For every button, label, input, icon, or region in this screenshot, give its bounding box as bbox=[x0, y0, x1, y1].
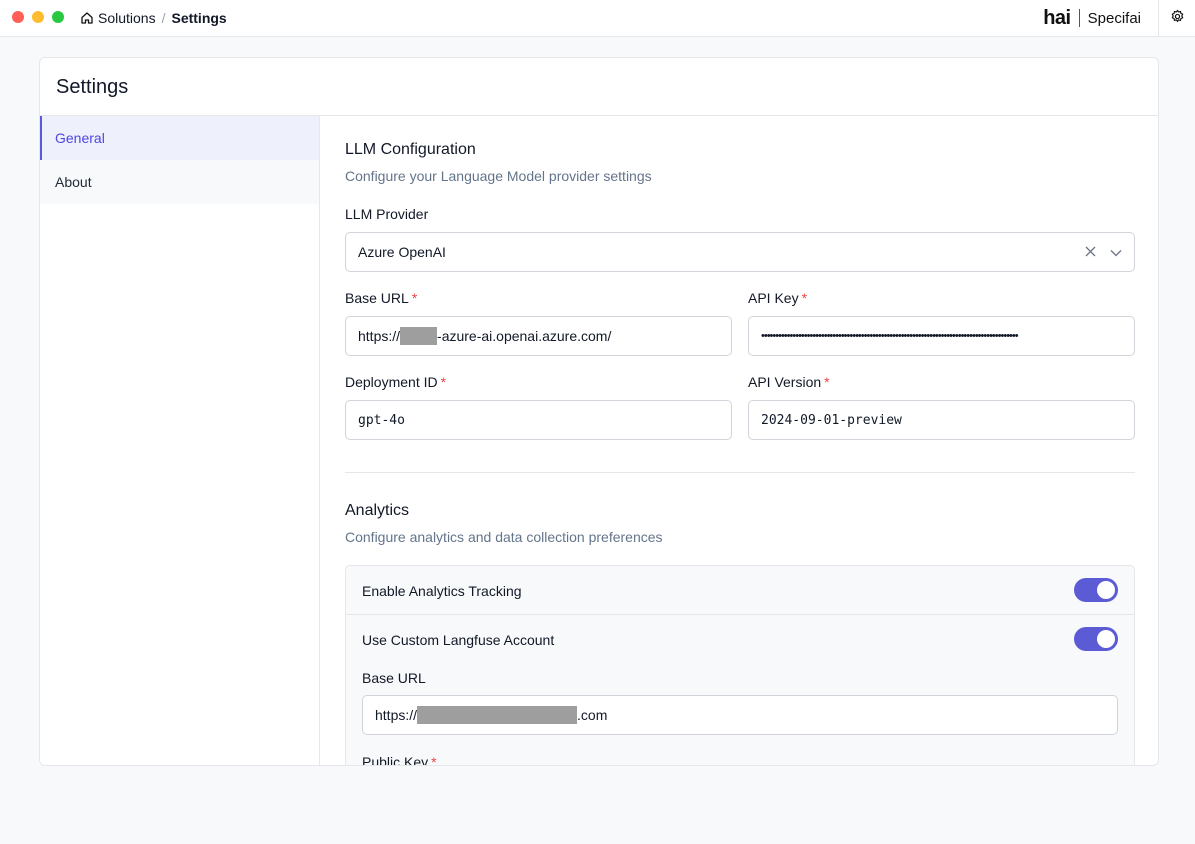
base-url-suffix: -azure-ai.openai.azure.com/ bbox=[437, 328, 612, 344]
api-version-label: API Version * bbox=[748, 374, 830, 390]
breadcrumb-solutions[interactable]: Solutions bbox=[98, 10, 156, 26]
llm-section-title: LLM Configuration bbox=[345, 141, 476, 158]
close-window-button[interactable] bbox=[12, 11, 24, 23]
section-divider bbox=[345, 472, 1135, 473]
analytics-tracking-label: Enable Analytics Tracking bbox=[362, 583, 522, 599]
analytics-tracking-toggle[interactable] bbox=[1074, 578, 1118, 602]
required-mark: * bbox=[411, 290, 418, 306]
gear-icon bbox=[1170, 9, 1185, 29]
required-mark: * bbox=[431, 754, 437, 765]
llm-section-subtitle: Configure your Language Model provider s… bbox=[345, 168, 652, 184]
base-url-label: Base URL * bbox=[345, 290, 417, 306]
custom-langfuse-toggle[interactable] bbox=[1074, 627, 1118, 651]
required-mark: * bbox=[824, 374, 830, 390]
card-header: Settings bbox=[40, 58, 1158, 116]
clear-icon[interactable] bbox=[1085, 244, 1096, 260]
toggle-knob bbox=[1097, 630, 1115, 648]
settings-content: LLM Configuration Configure your Languag… bbox=[321, 116, 1158, 765]
base-url-label-text: Base URL bbox=[345, 290, 409, 306]
public-key-label: Public Key * bbox=[362, 754, 437, 765]
product-name: Specifai bbox=[1087, 9, 1141, 27]
brand-logo: hai Specifai bbox=[1043, 7, 1141, 29]
home-icon[interactable] bbox=[80, 11, 94, 25]
minimize-window-button[interactable] bbox=[32, 11, 44, 23]
llm-provider-label: LLM Provider bbox=[345, 206, 428, 222]
base-url-prefix: https:// bbox=[358, 328, 401, 344]
breadcrumb: Solutions / Settings bbox=[80, 9, 227, 27]
brand-divider bbox=[1078, 9, 1080, 27]
api-key-label: API Key * bbox=[748, 290, 807, 306]
langfuse-base-url-label: Base URL bbox=[362, 670, 426, 686]
api-key-value: ••••••••••••••••••••••••••••••••••••••••… bbox=[761, 330, 1019, 342]
required-mark: * bbox=[801, 290, 808, 306]
analytics-panel: Enable Analytics Tracking Use Custom Lan… bbox=[345, 565, 1135, 765]
row-divider bbox=[346, 614, 1134, 615]
llm-provider-label-text: LLM Provider bbox=[345, 206, 429, 222]
llm-provider-select[interactable]: Azure OpenAI bbox=[345, 232, 1135, 272]
settings-sidebar: General About bbox=[40, 116, 320, 765]
langfuse-url-suffix: .com bbox=[577, 707, 608, 723]
toggle-knob bbox=[1097, 581, 1115, 599]
deployment-id-value: gpt-4o bbox=[358, 412, 405, 428]
llm-provider-value: Azure OpenAI bbox=[358, 244, 446, 260]
deployment-id-input[interactable]: gpt-4o bbox=[345, 400, 732, 440]
required-mark: * bbox=[440, 374, 447, 390]
redacted-text bbox=[417, 706, 578, 724]
api-key-label-text: API Key bbox=[748, 290, 799, 306]
api-key-input[interactable]: ••••••••••••••••••••••••••••••••••••••••… bbox=[748, 316, 1135, 356]
public-key-label-text: Public Key bbox=[362, 754, 429, 765]
analytics-section-title: Analytics bbox=[345, 502, 410, 519]
settings-button[interactable] bbox=[1158, 0, 1195, 37]
settings-card: Settings General About LLM Configuration… bbox=[39, 57, 1159, 766]
page-title: Settings bbox=[56, 76, 129, 98]
select-icons bbox=[1085, 244, 1122, 260]
chevron-down-icon[interactable] bbox=[1110, 244, 1122, 260]
title-bar: Solutions / Settings hai Specifai bbox=[0, 0, 1195, 37]
breadcrumb-current: Settings bbox=[171, 10, 227, 26]
deployment-id-label-text: Deployment ID bbox=[345, 374, 438, 390]
api-version-input[interactable]: 2024-09-01-preview bbox=[748, 400, 1135, 440]
hai-logo: hai bbox=[1043, 6, 1071, 29]
deployment-id-label: Deployment ID * bbox=[345, 374, 446, 390]
base-url-input[interactable]: https:// -azure-ai.openai.azure.com/ bbox=[345, 316, 732, 356]
sidebar-item-general[interactable]: General bbox=[40, 116, 319, 160]
maximize-window-button[interactable] bbox=[52, 11, 64, 23]
sidebar-item-about[interactable]: About bbox=[40, 160, 319, 204]
langfuse-base-url-input[interactable]: https:// .com bbox=[362, 695, 1118, 735]
redacted-text bbox=[400, 327, 438, 345]
analytics-section-subtitle: Configure analytics and data collection … bbox=[345, 529, 663, 545]
custom-langfuse-label: Use Custom Langfuse Account bbox=[362, 632, 555, 648]
api-version-label-text: API Version bbox=[748, 374, 822, 390]
breadcrumb-separator: / bbox=[161, 10, 166, 26]
langfuse-url-prefix: https:// bbox=[375, 707, 418, 723]
api-version-value: 2024-09-01-preview bbox=[761, 412, 902, 428]
